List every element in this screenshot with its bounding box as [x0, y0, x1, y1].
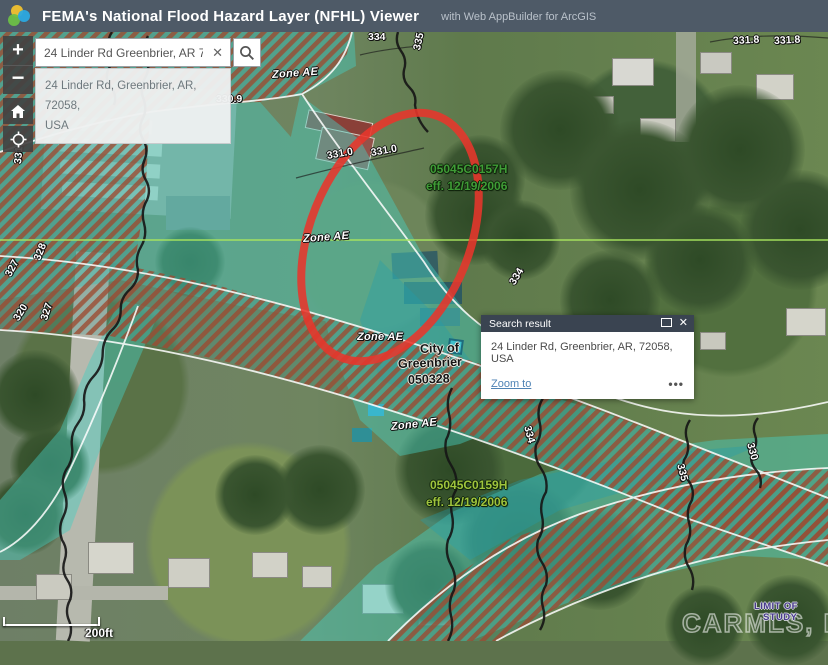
app-title: FEMA's National Flood Hazard Layer (NFHL… — [42, 8, 419, 25]
search-suggestion[interactable]: 24 Linder Rd, Greenbrier, AR, 72058, USA — [35, 68, 231, 144]
contour-lines — [296, 36, 828, 178]
search-icon — [239, 45, 255, 61]
home-button[interactable] — [3, 98, 33, 124]
popup-title: Search result — [489, 318, 551, 330]
popup-more-icon[interactable]: ••• — [668, 377, 684, 391]
search-result-marker — [448, 339, 463, 354]
watermark: CARMLS, INC — [682, 608, 828, 639]
popup-close-icon[interactable]: ✕ — [679, 318, 688, 329]
locate-icon — [10, 131, 27, 148]
app-header: FEMA's National Flood Hazard Layer (NFHL… — [0, 0, 828, 32]
search-box[interactable]: ✕ — [35, 38, 231, 67]
clear-search-icon[interactable]: ✕ — [205, 45, 230, 61]
popup-maximize-icon[interactable] — [661, 318, 672, 327]
app-subtitle: with Web AppBuilder for ArcGIS — [441, 11, 596, 23]
home-icon — [10, 104, 26, 119]
scalebar-label: 200ft — [85, 626, 113, 640]
suggestion-line1: 24 Linder Rd, Greenbrier, AR, 72058, — [45, 76, 221, 116]
zoom-out-button[interactable]: − — [3, 66, 33, 94]
scalebar: 200ft — [3, 616, 123, 640]
popup-address: 24 Linder Rd, Greenbrier, AR, 72058, USA — [491, 341, 673, 365]
locate-button[interactable] — [3, 126, 33, 152]
suggestion-line2: USA — [45, 116, 221, 136]
popup-header[interactable]: Search result ✕ — [481, 315, 694, 332]
scalebar-tick-left — [3, 617, 5, 626]
search-result-popup: Search result ✕ 24 Linder Rd, Greenbrier… — [481, 315, 694, 399]
zoom-to-link[interactable]: Zoom to — [491, 378, 531, 390]
search-button[interactable] — [233, 38, 261, 67]
app-logo-icon — [8, 4, 34, 28]
search-input[interactable] — [36, 46, 205, 60]
scalebar-tick-right — [98, 617, 100, 626]
zoom-in-button[interactable]: + — [3, 36, 33, 66]
